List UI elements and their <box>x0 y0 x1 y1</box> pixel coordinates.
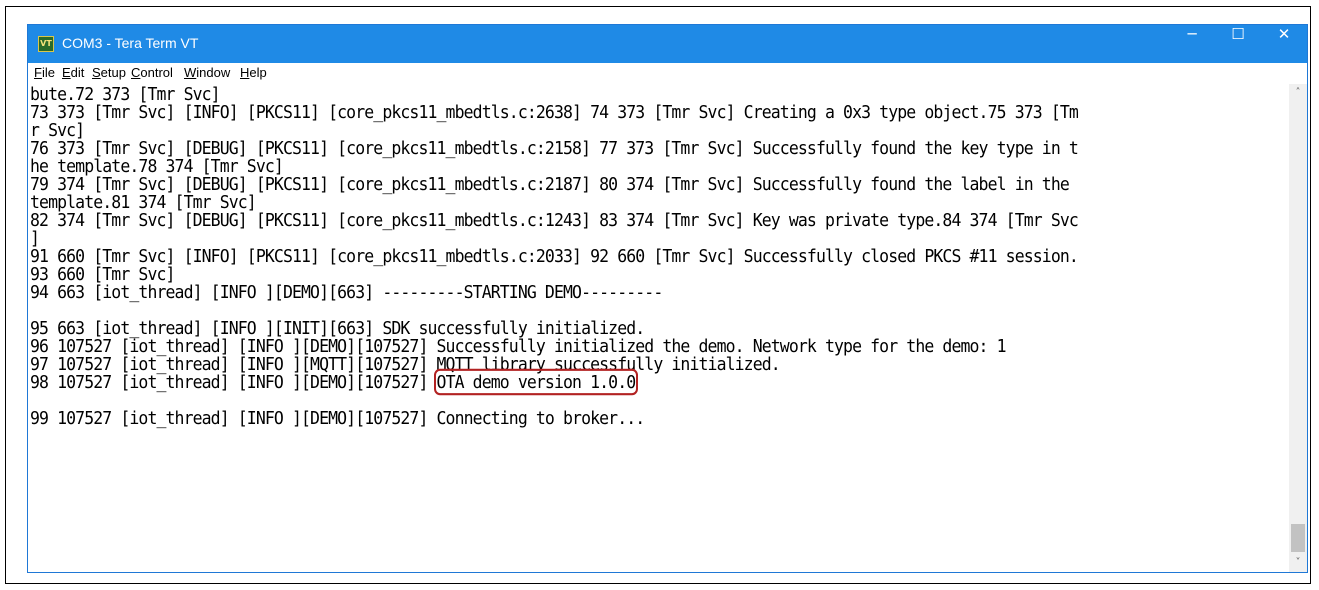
menu-window-label: indow <box>196 65 231 80</box>
menu-window[interactable]: Window <box>184 65 230 80</box>
menu-window-accel: W <box>184 65 197 80</box>
teraterm-window: VT COM3 - Tera Term VT ─ ☐ ✕ File Edit S… <box>27 24 1308 573</box>
terminal-line: 82 374 [Tmr Svc] [DEBUG] [PKCS11] [core_… <box>30 209 1079 231</box>
vertical-scrollbar[interactable]: ˄ ˅ <box>1289 84 1307 572</box>
scroll-down-icon[interactable]: ˅ <box>1289 554 1307 572</box>
menu-control-label: ontrol <box>140 65 173 80</box>
menu-file-label: ile <box>41 65 55 80</box>
terminal-line: 73 373 [Tmr Svc] [INFO] [PKCS11] [core_p… <box>30 101 1079 123</box>
menu-setup[interactable]: Setup <box>92 65 126 80</box>
terminal-output[interactable]: bute.72 373 [Tmr Svc] 73 373 [Tmr Svc] [… <box>28 84 1289 572</box>
window-title: COM3 - Tera Term VT <box>62 35 199 51</box>
menu-edit[interactable]: Edit <box>62 65 84 80</box>
terminal-line: 91 660 [Tmr Svc] [INFO] [PKCS11] [core_p… <box>30 245 1079 267</box>
menu-edit-accel: E <box>62 65 71 80</box>
maximize-icon[interactable]: ☐ <box>1215 25 1261 63</box>
menu-control-accel: C <box>131 65 141 80</box>
terminal-line: 94 663 [iot_thread] [INFO ][DEMO][663] -… <box>30 281 663 303</box>
teraterm-app-icon: VT <box>38 36 54 52</box>
close-icon[interactable]: ✕ <box>1261 25 1307 63</box>
ota-version-highlight: OTA demo version 1.0.0 <box>433 368 639 396</box>
menu-file[interactable]: File <box>34 65 55 80</box>
menu-help[interactable]: Help <box>240 65 267 80</box>
menu-edit-label: dit <box>70 65 85 80</box>
title-bar[interactable]: VT COM3 - Tera Term VT ─ ☐ ✕ <box>28 25 1307 63</box>
minimize-icon[interactable]: ─ <box>1169 25 1215 63</box>
menu-setup-label: etup <box>100 65 126 80</box>
menu-control[interactable]: Control <box>131 65 173 80</box>
menu-setup-accel: S <box>92 65 101 80</box>
menu-file-accel: F <box>34 65 42 80</box>
scroll-up-icon[interactable]: ˄ <box>1289 84 1307 102</box>
terminal-line-ota: 98 107527 [iot_thread] [INFO ][DEMO][107… <box>30 368 639 396</box>
menu-bar: File Edit Setup Control Window Help <box>28 63 1307 84</box>
terminal-line: 99 107527 [iot_thread] [INFO ][DEMO][107… <box>30 407 645 429</box>
menu-help-accel: H <box>240 65 250 80</box>
scroll-thumb[interactable] <box>1291 524 1305 552</box>
menu-help-label: elp <box>249 65 267 80</box>
terminal-line-prefix: 98 107527 [iot_thread] [INFO ][DEMO][107… <box>30 371 437 393</box>
